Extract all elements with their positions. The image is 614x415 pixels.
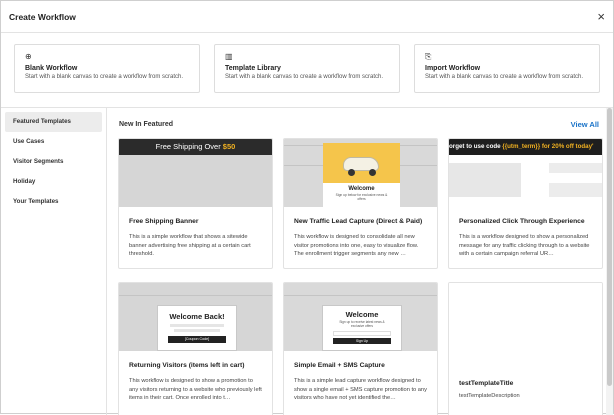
card-thumbnail: Welcome Back! [Coupon Code] [119,283,272,351]
popup-text: Sign up to receive latest news & exclusi… [339,320,385,328]
template-category-sidebar: Featured Templates Use Cases Visitor Seg… [1,108,107,415]
card-thumbnail: Free Shipping Over $50 [119,139,272,207]
popup-title: Welcome [348,186,375,192]
option-title: Blank Workflow [25,65,78,72]
plus-circle-icon: ⊕ [25,52,32,61]
content-scrollbar[interactable] [606,108,613,415]
import-icon: ⎘ [425,52,432,61]
shipping-banner-preview: Free Shipping Over $50 [119,139,272,155]
banner-offer: for 20% off today' [540,143,594,150]
option-title: Import Workflow [425,65,481,72]
template-card-personalized-click[interactable]: orget to use code {{utm_term}} for 20% o… [448,138,603,269]
template-card-test-template[interactable]: testTemplateTitle testTemplateDescriptio… [448,282,603,415]
card-description: This is a workflow designed to show a pe… [459,234,590,257]
code-banner-preview: orget to use code {{utm_term}} for 20% o… [449,139,602,155]
option-description: Start with a blank canvas to create a wo… [225,74,384,80]
popup-preview: Welcome Sign up below for exclusive news… [323,143,400,207]
card-title: Free Shipping Banner [129,218,199,225]
card-thumbnail: Welcome Sign up to receive latest news &… [284,283,437,351]
banner-pre: orget to use code [449,143,503,150]
scrollbar-thumb[interactable] [607,108,612,386]
card-description: This is a simple workflow that shows a s… [129,234,251,257]
card-title: Simple Email + SMS Capture [294,362,385,369]
card-description: This is a simple lead capture workflow d… [294,378,427,401]
template-card-email-sms-capture[interactable]: Welcome Sign up to receive latest news &… [283,282,438,415]
card-thumbnail: Welcome Sign up below for exclusive news… [284,139,437,207]
card-description: This workflow is designed to show a prom… [129,378,262,401]
view-all-link[interactable]: View All [571,120,599,129]
section-title: New In Featured [119,121,174,128]
templates-content: New In Featured View All Free Shipping O… [108,108,606,415]
popup-title: Welcome [345,310,379,319]
option-description: Start with a blank canvas to create a wo… [425,74,584,80]
card-title: New Traffic Lead Capture (Direct & Paid) [294,218,423,225]
card-thumbnail: orget to use code {{utm_term}} for 20% o… [449,139,602,207]
sidebar-item-featured-templates[interactable]: Featured Templates [5,112,102,132]
popup-button: Sign Up [333,338,391,344]
option-description: Start with a blank canvas to create a wo… [25,74,184,80]
blank-workflow-option[interactable]: ⊕ Blank Workflow Start with a blank canv… [14,44,200,93]
modal-title: Create Workflow [9,11,76,22]
sidebar-item-your-templates[interactable]: Your Templates [5,192,102,212]
workflow-options: ⊕ Blank Workflow Start with a blank canv… [1,34,613,108]
card-title: Personalized Click Through Experience [459,218,585,225]
popup-title: Welcome Back! [169,312,225,321]
template-card-new-traffic-lead[interactable]: Welcome Sign up below for exclusive news… [283,138,438,269]
sidebar-item-use-cases[interactable]: Use Cases [5,132,102,152]
sidebar-item-visitor-segments[interactable]: Visitor Segments [5,152,102,172]
template-library-option[interactable]: ▥ Template Library Start with a blank ca… [214,44,400,93]
popup-preview: Welcome Back! [Coupon Code] [157,305,237,351]
popup-preview: Welcome Sign up to receive latest news &… [322,305,402,351]
popup-button: [Coupon Code] [168,336,226,343]
popup-text: Sign up below for exclusive news & offer… [335,193,388,201]
card-title: Returning Visitors (items left in cart) [129,362,245,369]
card-description: This workflow is designed to consolidate… [294,234,419,257]
template-card-returning-visitors[interactable]: Welcome Back! [Coupon Code] Returning Vi… [118,282,273,415]
import-workflow-option[interactable]: ⎘ Import Workflow Start with a blank can… [414,44,600,93]
card-thumbnail [449,283,602,375]
card-description: testTemplateDescription [459,393,520,399]
template-card-free-shipping[interactable]: Free Shipping Over $50 Free Shipping Ban… [118,138,273,269]
card-title: testTemplateTitle [459,380,514,387]
create-workflow-modal: Create Workflow × ⊕ Blank Workflow Start… [0,0,614,415]
close-icon[interactable]: × [597,10,605,23]
library-icon: ▥ [225,52,233,61]
option-title: Template Library [225,65,281,72]
modal-header: Create Workflow × [1,1,613,33]
sidebar-item-holiday[interactable]: Holiday [5,172,102,192]
banner-text: Free Shipping Over [155,142,223,151]
banner-value: $50 [222,142,236,151]
banner-code: {{utm_term}} [502,143,541,150]
